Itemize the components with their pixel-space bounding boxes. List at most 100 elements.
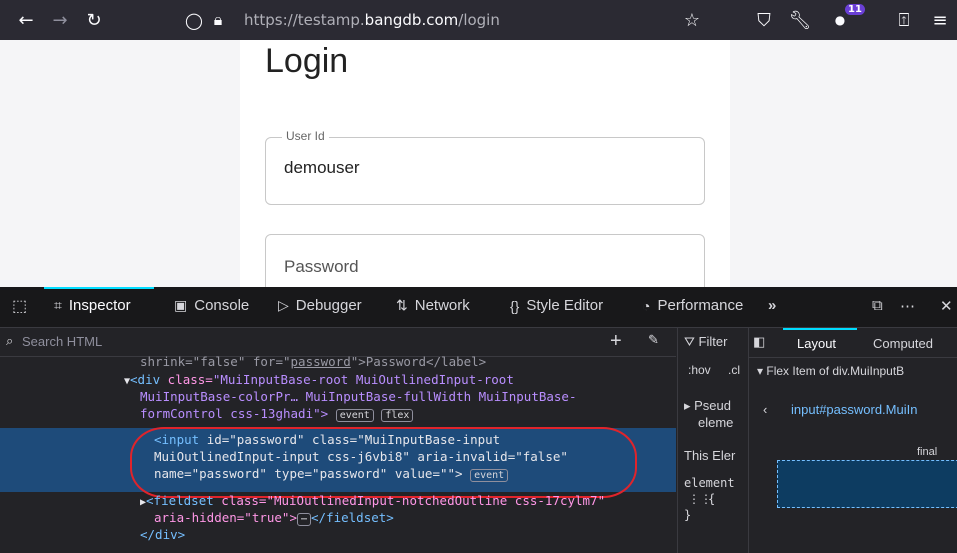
filter-icon: ⛛ bbox=[684, 334, 695, 349]
eyedropper-icon[interactable]: ✎ bbox=[648, 332, 659, 348]
filter-placeholder: Filter bbox=[698, 334, 728, 349]
tab-label: Performance bbox=[657, 297, 744, 314]
tab-label: Network bbox=[414, 297, 470, 314]
tab-network[interactable]: ⇅ Network bbox=[396, 297, 470, 314]
tab-label: Console bbox=[194, 297, 250, 314]
password-placeholder: Password bbox=[284, 257, 359, 276]
code-value: "MuiInputBase-root MuiOutlinedInput-root bbox=[212, 372, 514, 387]
code-line-fieldset[interactable]: ▶<fieldset class="MuiOutlinedInput-notch… bbox=[140, 493, 605, 508]
lock-icon[interactable]: 🔒︎ bbox=[206, 8, 230, 32]
add-node-icon[interactable]: + bbox=[610, 330, 622, 353]
tab-debugger[interactable]: ▷ Debugger bbox=[278, 297, 362, 314]
menu-icon[interactable]: ≡ bbox=[928, 8, 952, 32]
tab-performance[interactable]: ◔ Performance bbox=[642, 297, 743, 314]
options-icon[interactable]: ⋯ bbox=[900, 297, 915, 315]
code-attr: aria-hidden="true"> bbox=[154, 510, 297, 525]
page-title: Login bbox=[265, 42, 349, 80]
code-tag: <fieldset bbox=[146, 493, 222, 508]
code-line: </div> bbox=[140, 527, 186, 542]
user-id-label: User Id bbox=[282, 129, 329, 143]
cls-toggle[interactable]: .cl bbox=[728, 363, 740, 377]
pseudo-label: Pseud bbox=[694, 398, 732, 413]
url-prefix: https://testamp. bbox=[244, 11, 365, 29]
tab-inspector[interactable]: ⌗ Inspector bbox=[54, 297, 131, 314]
code-line: formControl css-13ghadi"> event flex bbox=[140, 406, 414, 422]
tab-label: Debugger bbox=[295, 297, 362, 314]
search-html-bar[interactable]: ⌕ Search HTML + ✎ bbox=[0, 328, 676, 357]
code-line-div[interactable]: ▼<div class="MuiInputBase-root MuiOutlin… bbox=[124, 372, 514, 387]
sidebar-toggle-icon[interactable]: ◧ bbox=[753, 334, 765, 350]
notification-badge: 11 bbox=[845, 4, 865, 15]
pseudo-elements-toggle[interactable]: ▸ Pseud bbox=[684, 398, 731, 414]
bookmark-star-icon[interactable]: ☆ bbox=[680, 8, 704, 32]
wrench-icon[interactable]: 🔧︎ bbox=[788, 8, 812, 32]
tab-style-editor[interactable]: {} Style Editor bbox=[510, 297, 603, 314]
pseudo-label-2: eleme bbox=[698, 415, 734, 430]
layout-pane: ◧ Layout Computed ▾ Flex Item of div.Mui… bbox=[748, 328, 957, 553]
pocket-icon[interactable]: ⛉ bbox=[752, 8, 776, 32]
code-line: MuiInputBase-colorPr… MuiInputBase-fullW… bbox=[140, 389, 577, 404]
shield-icon[interactable]: ◯ bbox=[182, 8, 206, 32]
red-annotation-oval bbox=[130, 427, 637, 498]
layout-tab-indicator bbox=[783, 328, 857, 330]
code-value: formControl css-13ghadi"> bbox=[140, 406, 329, 421]
rule-brace: { bbox=[708, 492, 716, 506]
html-markup-pane: ⌕ Search HTML + ✎ shrink="false" for="pa… bbox=[0, 328, 676, 553]
devtools-panel: ⬚ ⌗ Inspector ▣ Console ▷ Debugger ⇅ Network… bbox=[0, 287, 957, 553]
web-page: Login User Id demouser Password bbox=[0, 40, 957, 287]
inspector-icon: ⌗ bbox=[54, 297, 62, 313]
search-icon: ⌕ bbox=[6, 333, 14, 348]
reload-icon[interactable]: ↻ bbox=[82, 8, 106, 32]
devtools-tab-bar: ⬚ ⌗ Inspector ▣ Console ▷ Debugger ⇅ Network… bbox=[0, 287, 957, 328]
tab-console[interactable]: ▣ Console bbox=[174, 297, 249, 314]
close-icon[interactable]: ✕ bbox=[940, 297, 953, 315]
flex-item-box-outline bbox=[777, 460, 957, 508]
code-text: shrink="false" for=" bbox=[140, 354, 291, 369]
code-tag: <div bbox=[130, 372, 168, 387]
share-icon[interactable]: ⍐ bbox=[892, 8, 916, 32]
tab-computed[interactable]: Computed bbox=[873, 336, 933, 351]
code-line: aria-hidden="true"> ⋯ </fieldset> bbox=[154, 510, 394, 526]
final-size-label: final bbox=[917, 446, 938, 458]
url-suffix: /login bbox=[458, 11, 500, 29]
dock-icon[interactable]: ⧉ bbox=[872, 297, 883, 314]
more-tabs-icon[interactable]: » bbox=[768, 297, 776, 314]
flex-badge[interactable]: flex bbox=[381, 409, 414, 422]
tab-layout[interactable]: Layout bbox=[797, 336, 836, 351]
code-text: ">Password</label> bbox=[350, 354, 487, 369]
flex-item-label: Flex Item of div.MuiInputB bbox=[766, 364, 905, 378]
rule-brace: } bbox=[684, 508, 692, 522]
filter-input[interactable]: ⛛ Filter bbox=[684, 334, 727, 350]
code-attr: class="MuiOutlinedInput-notchedOutline c… bbox=[221, 493, 606, 508]
back-icon[interactable]: ← bbox=[14, 8, 38, 32]
code-tag: </fieldset> bbox=[311, 510, 394, 525]
back-chevron-icon[interactable]: ‹ bbox=[763, 402, 767, 417]
network-icon: ⇅ bbox=[396, 297, 408, 313]
password-field[interactable]: Password bbox=[265, 234, 705, 287]
event-badge[interactable]: event bbox=[335, 409, 374, 422]
this-element-heading: This Eler bbox=[684, 448, 736, 463]
rule-selector[interactable]: element bbox=[684, 476, 735, 490]
pick-element-icon[interactable]: ⬚ bbox=[12, 296, 34, 316]
style-editor-icon: {} bbox=[510, 297, 520, 314]
browser-toolbar: ← → ↻ ◯ 🔒︎ https://testamp.bangdb.com/lo… bbox=[0, 0, 957, 40]
flex-item-header[interactable]: ▾ Flex Item of div.MuiInputB bbox=[757, 364, 904, 378]
url-bar[interactable]: https://testamp.bangdb.com/login bbox=[244, 11, 500, 29]
console-icon: ▣ bbox=[174, 297, 188, 313]
url-host: bangdb.com bbox=[364, 11, 459, 29]
breadcrumb[interactable]: input#password.MuiIn bbox=[791, 402, 917, 417]
forward-icon[interactable]: → bbox=[48, 8, 72, 32]
performance-icon: ◔ bbox=[642, 297, 651, 314]
active-tab-indicator bbox=[44, 287, 154, 289]
tab-label: Style Editor bbox=[526, 297, 604, 314]
code-attr: class= bbox=[167, 372, 213, 387]
user-id-value: demouser bbox=[284, 158, 360, 177]
collapsed-content-badge[interactable]: ⋯ bbox=[297, 513, 312, 526]
debugger-icon: ▷ bbox=[278, 297, 289, 313]
user-id-field[interactable]: User Id demouser bbox=[265, 129, 705, 205]
search-html-input[interactable]: Search HTML bbox=[22, 334, 102, 349]
hov-toggle[interactable]: :hov bbox=[688, 363, 711, 377]
rules-pane: ⛛ Filter :hov .cl ▸ Pseud eleme This Ele… bbox=[677, 328, 748, 553]
code-line[interactable]: shrink="false" for="password">Password</… bbox=[140, 354, 486, 369]
code-link[interactable]: password bbox=[291, 354, 351, 369]
